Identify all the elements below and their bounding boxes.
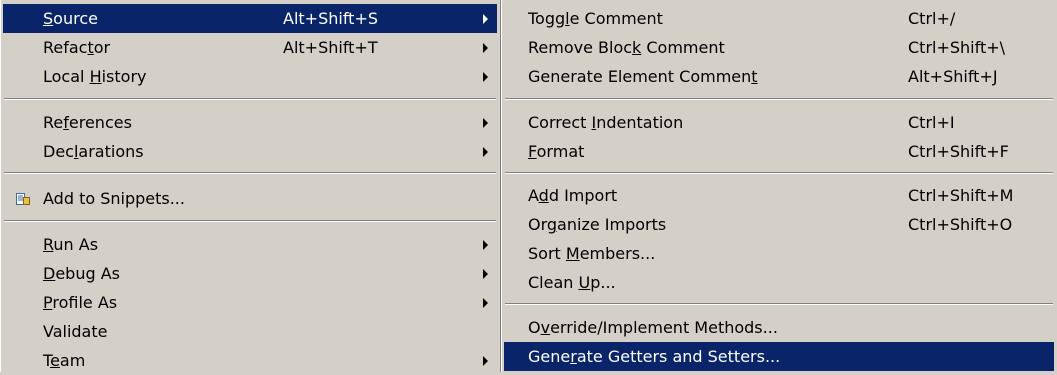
menu-item-label: Organize Imports bbox=[528, 215, 667, 234]
menu-item-declarations[interactable]: Declarations bbox=[3, 137, 497, 166]
source-submenu: Toggle Comment Ctrl+/ Remove Block Comme… bbox=[501, 0, 1057, 372]
menu-item-label: References bbox=[43, 113, 132, 132]
menu-item-label: Toggle Comment bbox=[528, 9, 663, 28]
menu-item-label: Profile As bbox=[43, 293, 118, 312]
menu-separator bbox=[4, 172, 496, 174]
submenu-arrow-icon bbox=[483, 356, 488, 366]
menu-item-toggle-comment[interactable]: Toggle Comment Ctrl+/ bbox=[504, 4, 1054, 33]
menu-item-refactor[interactable]: Refactor Alt+Shift+T bbox=[3, 33, 497, 62]
menu-item-label: Source bbox=[43, 9, 98, 28]
menu-item-run-as[interactable]: Run As bbox=[3, 230, 497, 259]
menu-item-team[interactable]: Team bbox=[3, 346, 497, 375]
submenu-arrow-icon bbox=[483, 118, 488, 128]
menu-item-shortcut: Ctrl+I bbox=[908, 113, 955, 132]
submenu-arrow-icon bbox=[483, 14, 488, 24]
menu-item-label: Sort Members... bbox=[528, 244, 656, 263]
menu-item-label: Override/Implement Methods... bbox=[528, 318, 778, 337]
menu-item-shortcut: Ctrl+Shift+\ bbox=[908, 38, 1006, 57]
menu-separator bbox=[505, 172, 1053, 174]
menu-item-label: Generate Getters and Setters... bbox=[528, 347, 781, 366]
menu-item-label: Correct Indentation bbox=[528, 113, 684, 132]
menu-item-label: Team bbox=[43, 351, 86, 370]
menu-item-shortcut: Ctrl+/ bbox=[908, 9, 956, 28]
menu-item-label: Generate Element Comment bbox=[528, 67, 758, 86]
menu-item-validate[interactable]: Validate bbox=[3, 317, 497, 346]
submenu-arrow-icon bbox=[483, 298, 488, 308]
submenu-arrow-icon bbox=[483, 72, 488, 82]
menu-item-label: Clean Up... bbox=[528, 273, 616, 292]
menu-item-references[interactable]: References bbox=[3, 108, 497, 137]
menu-item-add-to-snippets[interactable]: Add to Snippets... bbox=[3, 184, 497, 213]
menu-item-shortcut: Ctrl+Shift+F bbox=[908, 142, 1009, 161]
menu-item-shortcut: Alt+Shift+T bbox=[283, 38, 378, 57]
submenu-arrow-icon bbox=[483, 269, 488, 279]
menu-item-local-history[interactable]: Local History bbox=[3, 62, 497, 91]
menu-item-source[interactable]: Source Alt+Shift+S bbox=[3, 4, 497, 33]
menu-item-clean-up[interactable]: Clean Up... bbox=[504, 268, 1054, 297]
menu-separator bbox=[4, 98, 496, 100]
menu-separator bbox=[505, 303, 1053, 305]
menu-item-remove-block-comment[interactable]: Remove Block Comment Ctrl+Shift+\ bbox=[504, 33, 1054, 62]
menu-item-label: Remove Block Comment bbox=[528, 38, 725, 57]
menu-item-generate-element-comment[interactable]: Generate Element Comment Alt+Shift+J bbox=[504, 62, 1054, 91]
menu-item-sort-members[interactable]: Sort Members... bbox=[504, 239, 1054, 268]
menu-item-shortcut: Ctrl+Shift+M bbox=[908, 186, 1014, 205]
snippet-icon bbox=[16, 193, 30, 205]
menu-item-label: Local History bbox=[43, 67, 147, 86]
menu-item-format[interactable]: Format Ctrl+Shift+F bbox=[504, 137, 1054, 166]
menu-item-label: Validate bbox=[43, 322, 108, 341]
menu-item-shortcut: Alt+Shift+S bbox=[283, 9, 378, 28]
context-menu: Source Alt+Shift+S Refactor Alt+Shift+T … bbox=[0, 0, 500, 372]
menu-item-generate-getters-setters[interactable]: Generate Getters and Setters... bbox=[504, 342, 1054, 371]
menu-item-debug-as[interactable]: Debug As bbox=[3, 259, 497, 288]
menu-item-label: Run As bbox=[43, 235, 99, 254]
menu-item-profile-as[interactable]: Profile As bbox=[3, 288, 497, 317]
submenu-arrow-icon bbox=[483, 147, 488, 157]
menu-item-label: Add to Snippets... bbox=[43, 189, 185, 208]
menu-item-organize-imports[interactable]: Organize Imports Ctrl+Shift+O bbox=[504, 210, 1054, 239]
menu-item-shortcut: Alt+Shift+J bbox=[908, 67, 998, 86]
menu-item-label: Declarations bbox=[43, 142, 144, 161]
menu-item-shortcut: Ctrl+Shift+O bbox=[908, 215, 1013, 234]
submenu-arrow-icon bbox=[483, 240, 488, 250]
menu-separator bbox=[505, 98, 1053, 100]
menu-item-label: Format bbox=[528, 142, 585, 161]
submenu-arrow-icon bbox=[483, 43, 488, 53]
menu-item-add-import[interactable]: Add Import Ctrl+Shift+M bbox=[504, 181, 1054, 210]
menu-item-label: Debug As bbox=[43, 264, 120, 283]
menu-item-override-implement-methods[interactable]: Override/Implement Methods... bbox=[504, 313, 1054, 342]
menu-item-label: Add Import bbox=[528, 186, 618, 205]
menu-separator bbox=[4, 220, 496, 222]
menu-item-label: Refactor bbox=[43, 38, 111, 57]
menu-item-correct-indentation[interactable]: Correct Indentation Ctrl+I bbox=[504, 108, 1054, 137]
